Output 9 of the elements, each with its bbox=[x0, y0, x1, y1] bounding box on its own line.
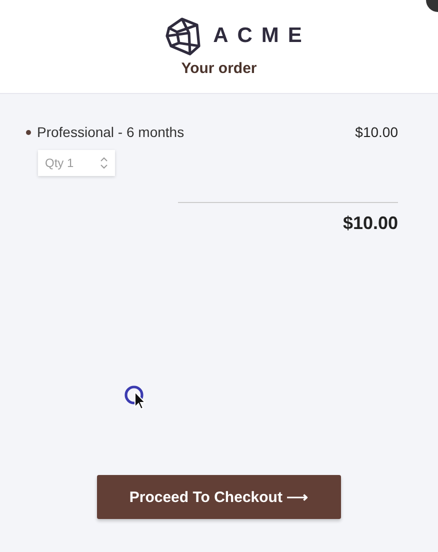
order-total: $10.00 bbox=[342, 213, 398, 234]
item-name: Professional - 6 months bbox=[37, 124, 186, 140]
cube-logo-icon bbox=[165, 16, 202, 56]
order-title: Your order bbox=[181, 60, 257, 77]
checkout-button[interactable]: Proceed To Checkout ⟶ bbox=[97, 475, 341, 519]
up-down-chevron-icon bbox=[100, 157, 108, 169]
bullet-icon bbox=[26, 130, 31, 134]
brand-name: ACME bbox=[213, 24, 311, 48]
item-price: $10.00 bbox=[355, 124, 398, 140]
